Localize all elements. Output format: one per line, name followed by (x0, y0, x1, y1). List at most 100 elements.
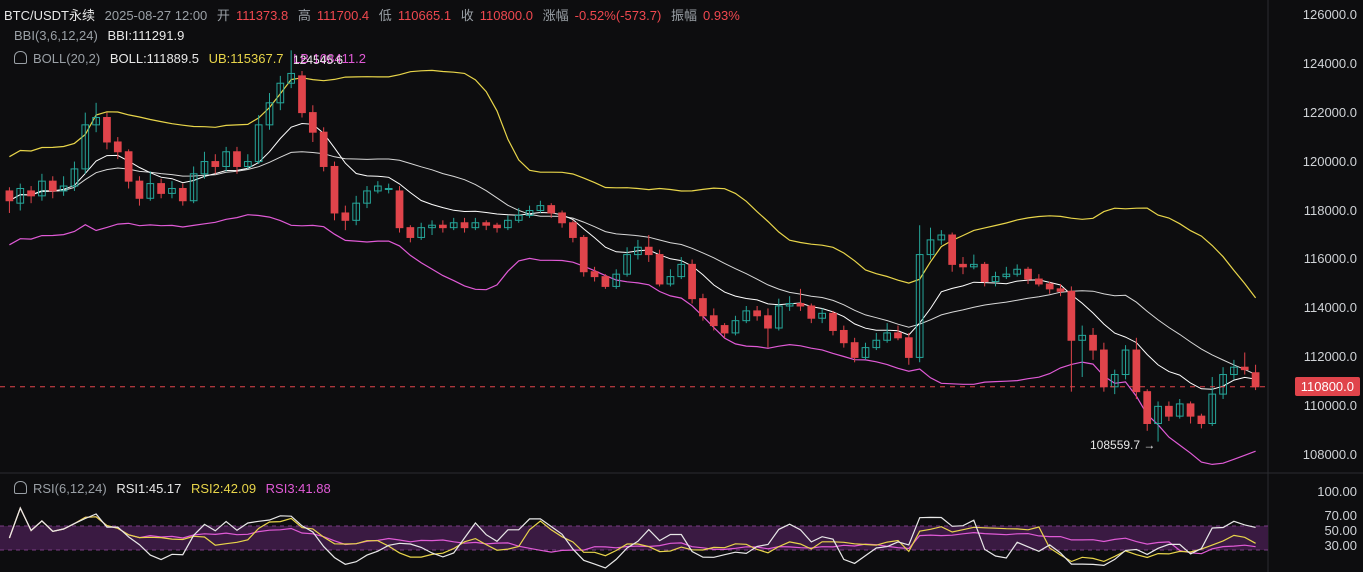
price-tick-label: 122000.0 (1302, 104, 1357, 120)
candle-body[interactable] (807, 305, 816, 319)
candle-body[interactable] (753, 310, 761, 317)
candle-body[interactable] (1251, 372, 1260, 388)
candle-body[interactable] (829, 312, 837, 331)
candle-body[interactable] (27, 190, 35, 197)
candle-body[interactable] (709, 315, 718, 327)
candle-body[interactable] (395, 190, 404, 229)
candle-body[interactable] (1067, 290, 1076, 341)
rsi-tick-label: 100.00 (1317, 484, 1357, 499)
open-label: 开 (216, 8, 230, 23)
boll-name[interactable]: BOLL(20,2) (33, 51, 100, 66)
candle-body[interactable] (178, 187, 187, 202)
candle-body[interactable] (850, 342, 859, 358)
candle-body[interactable] (135, 180, 144, 199)
candle-body[interactable] (1165, 405, 1173, 417)
price-tick-label: 124000.0 (1302, 55, 1357, 71)
candle-body[interactable] (1186, 403, 1195, 417)
candle-body[interactable] (211, 161, 220, 167)
candle-body[interactable] (308, 112, 317, 133)
current-price-tag: 110800.0 (1294, 376, 1360, 396)
candle-body[interactable] (948, 234, 957, 265)
candle-body[interactable] (113, 141, 122, 153)
datetime-label: 2025-08-27 12:00 (104, 8, 208, 23)
candle-body[interactable] (1056, 288, 1065, 292)
candle-body[interactable] (341, 212, 350, 221)
candle-body[interactable] (1089, 334, 1097, 351)
candle-body[interactable] (655, 254, 664, 285)
high-value: 111700.4 (316, 8, 370, 23)
rsi2-value: RSI2:42.09 (191, 481, 257, 496)
amplitude-label: 振幅 (670, 8, 697, 23)
candle-body[interactable] (796, 303, 805, 307)
candle-body[interactable] (904, 337, 913, 358)
candle-body[interactable] (558, 212, 566, 224)
ohlc-header: BTC/USDT永续 2025-08-27 12:00 开 111373.8 高1… (4, 5, 746, 24)
bbi-value: BBI:111291.9 (107, 28, 185, 43)
candle-body[interactable] (460, 222, 469, 229)
price-tick-label: 112000.0 (1303, 349, 1357, 365)
bell-icon[interactable] (14, 481, 27, 494)
candle-body[interactable] (319, 131, 328, 167)
rsi3-value: RSI3:41.88 (265, 481, 331, 496)
candle-body[interactable] (579, 236, 588, 273)
close-value: 110800.0 (479, 8, 533, 23)
close-label: 收 (460, 8, 474, 23)
candle-body[interactable] (980, 263, 989, 283)
change-label: 涨幅 (542, 8, 569, 23)
rsi1-value: RSI1:45.17 (116, 481, 182, 496)
candle-body[interactable] (601, 276, 610, 287)
candle-body[interactable] (547, 205, 556, 214)
candle-body[interactable] (1143, 391, 1152, 424)
candle-body[interactable] (764, 315, 772, 329)
candle-body[interactable] (493, 224, 501, 229)
rsi-tick-label: 30.00 (1324, 538, 1357, 553)
candle-body[interactable] (482, 222, 491, 226)
candle-body[interactable] (233, 151, 241, 167)
candle-body[interactable] (384, 187, 393, 190)
price-tick-label: 118000.0 (1303, 202, 1357, 218)
candle-body[interactable] (894, 332, 902, 339)
candle-body[interactable] (1045, 283, 1054, 290)
candle-body[interactable] (1240, 366, 1249, 371)
candle-body[interactable] (569, 222, 577, 238)
candle-body[interactable] (839, 329, 848, 344)
price-tick-label: 114000.0 (1303, 300, 1357, 316)
candle-body[interactable] (1024, 268, 1032, 280)
bbi-indicator-row: BBI(3,6,12,24) BBI:111291.9 (14, 28, 190, 43)
candle-body[interactable] (1034, 278, 1043, 285)
price-tick-label: 110000.0 (1303, 398, 1357, 414)
rsi-name[interactable]: RSI(6,12,24) (33, 481, 107, 496)
candle-body[interactable] (1132, 349, 1141, 393)
candle-body[interactable] (699, 298, 707, 317)
candle-body[interactable] (959, 263, 967, 268)
bbi-line (9, 122, 1256, 390)
amplitude-value: 0.93% (702, 8, 740, 23)
candle-body[interactable] (330, 165, 339, 214)
candle-body[interactable] (720, 325, 729, 334)
bell-icon[interactable] (14, 51, 27, 64)
candle-body[interactable] (298, 75, 306, 114)
candle-body[interactable] (124, 151, 133, 182)
boll-upper-band (9, 69, 1257, 299)
boll-mid-band (9, 151, 1256, 375)
price-tick-label: 126000.0 (1302, 6, 1357, 22)
high-annotation: 124545.6 (293, 53, 344, 67)
candle-body[interactable] (406, 227, 415, 238)
low-annotation: 108559.7 → (1090, 438, 1156, 452)
symbol-label: BTC/USDT永续 (4, 8, 96, 23)
price-tick-label: 108000.0 (1302, 447, 1357, 463)
bbi-name[interactable]: BBI(3,6,12,24) (14, 28, 98, 43)
candle-body[interactable] (644, 246, 653, 256)
candle-body[interactable] (103, 117, 111, 143)
candle-body[interactable] (1100, 349, 1108, 388)
candle-body[interactable] (157, 183, 165, 194)
candle-body[interactable] (439, 224, 447, 229)
price-tick-label: 116000.0 (1303, 251, 1357, 267)
high-label: 高 (297, 8, 311, 23)
candle-body[interactable] (48, 180, 57, 192)
candle-body[interactable] (590, 271, 599, 278)
candle-body[interactable] (5, 190, 14, 202)
boll-value: BOLL:111889.5 (109, 51, 199, 66)
candle-body[interactable] (688, 263, 696, 300)
candle-body[interactable] (1197, 415, 1206, 424)
